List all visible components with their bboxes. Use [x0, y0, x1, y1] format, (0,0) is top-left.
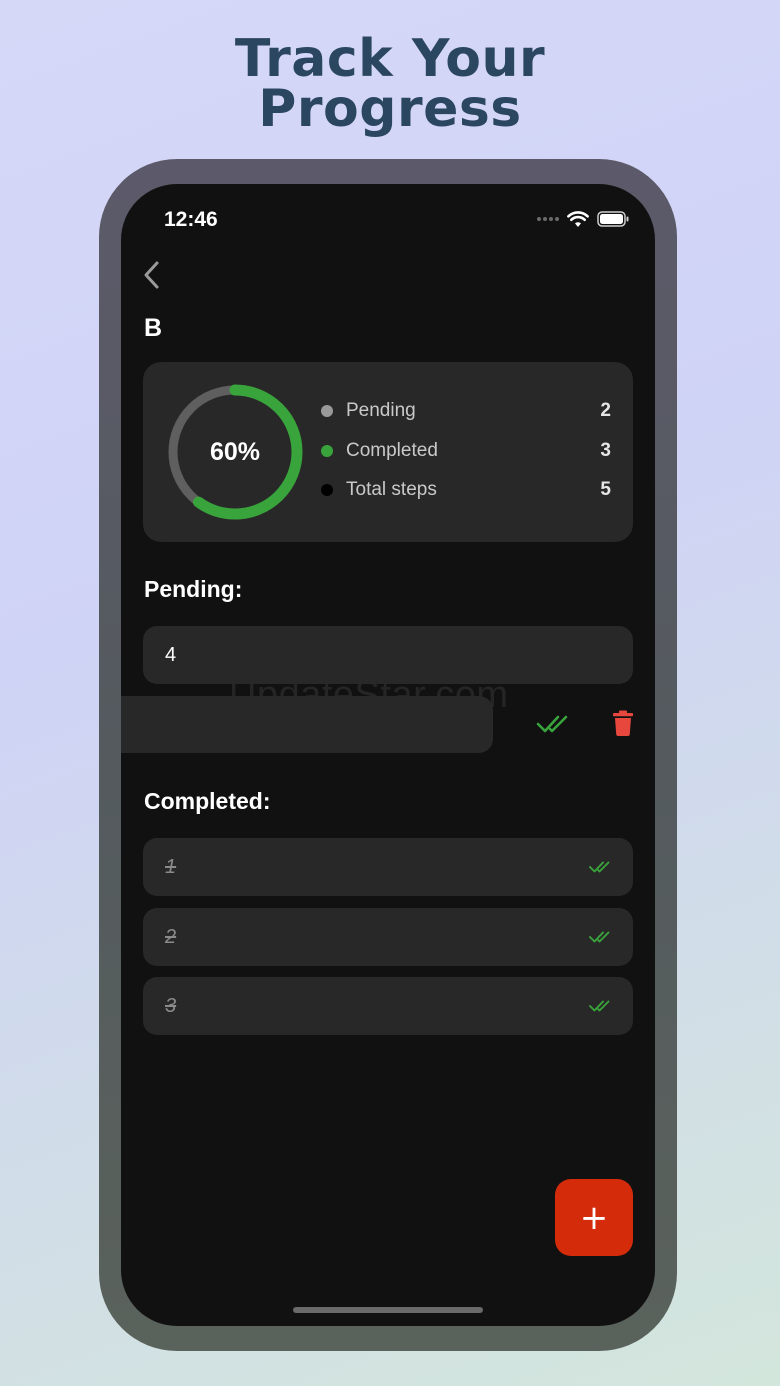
legend-completed-dot [321, 445, 333, 457]
legend-total-dot [321, 484, 333, 496]
legend-pending-dot [321, 405, 333, 417]
mark-complete-double-check-icon[interactable] [536, 712, 572, 736]
legend-total-label: Total steps [346, 479, 437, 500]
legend-pending-value: 2 [600, 400, 611, 421]
completed-step-item[interactable]: 2 [143, 908, 633, 966]
double-check-icon [589, 861, 610, 873]
watermark: UpdateStar.com [229, 674, 509, 716]
phone-screen: 12:46 B 60% Pending 2 Completed 3 Total … [121, 184, 655, 1326]
page-title: B [144, 314, 163, 342]
signal-icon [537, 217, 559, 221]
legend-total-value: 5 [600, 479, 611, 500]
legend-pending: Pending 2 [321, 398, 611, 424]
plus-icon: + [579, 1197, 609, 1238]
progress-summary-card: 60% Pending 2 Completed 3 Total steps 5 [143, 362, 633, 542]
legend-completed: Completed 3 [321, 438, 611, 464]
legend-completed-label: Completed [346, 440, 438, 461]
completed-step-text: 3 [165, 995, 177, 1017]
status-time: 12:46 [164, 208, 218, 231]
add-step-button[interactable]: + [555, 1179, 633, 1256]
home-indicator [293, 1307, 483, 1313]
double-check-icon [589, 931, 610, 943]
wifi-icon [567, 210, 589, 227]
legend-completed-value: 3 [600, 440, 611, 461]
pending-section-label: Pending: [144, 576, 243, 602]
headline: Track Your Progress [0, 29, 780, 139]
headline-line-2: Progress [258, 79, 522, 139]
completed-step-item[interactable]: 3 [143, 977, 633, 1035]
legend-pending-label: Pending [346, 400, 416, 421]
battery-icon [597, 211, 629, 227]
completed-section-label: Completed: [144, 788, 271, 814]
legend-total: Total steps 5 [321, 477, 611, 503]
pending-step-text: 4 [165, 644, 177, 666]
status-icons [537, 210, 629, 228]
trash-icon[interactable] [613, 710, 633, 736]
headline-line-1: Track Your [234, 29, 546, 89]
phone-frame: 12:46 B 60% Pending 2 Completed 3 Total … [99, 159, 677, 1351]
completed-step-text: 1 [165, 856, 177, 878]
progress-percent: 60% [209, 437, 261, 466]
completed-step-item[interactable]: 1 [143, 838, 633, 896]
double-check-icon [589, 1000, 610, 1012]
back-chevron-icon[interactable] [139, 260, 167, 290]
completed-step-text: 2 [165, 926, 177, 948]
